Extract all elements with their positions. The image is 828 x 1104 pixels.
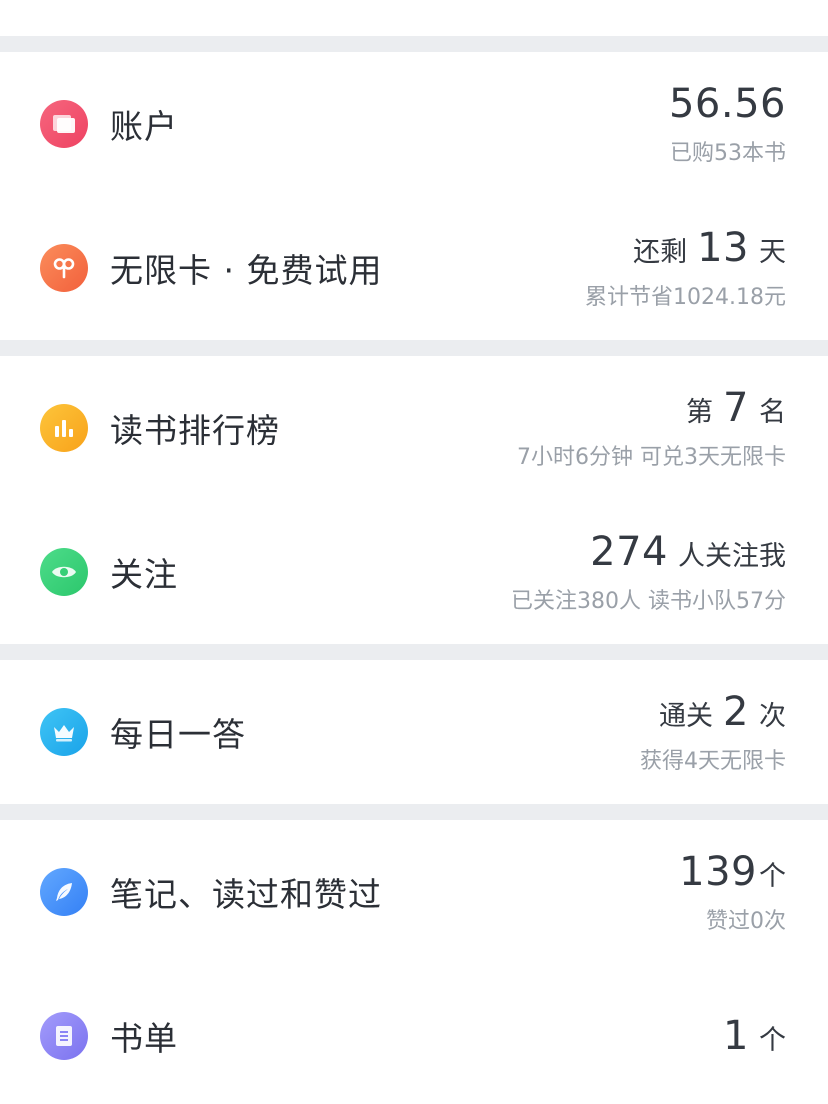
section-divider bbox=[0, 36, 828, 52]
list-document-icon bbox=[40, 1012, 88, 1060]
notes-info: 139 个 赞过0次 bbox=[679, 849, 786, 935]
daily-clear-count: 2 bbox=[723, 689, 749, 735]
unlimited-saved: 累计节省1024.18元 bbox=[585, 285, 786, 310]
unlimited-suffix: 天 bbox=[759, 237, 786, 268]
notes-suffix: 个 bbox=[759, 861, 786, 892]
account-label: 账户 bbox=[110, 107, 178, 146]
eye-icon bbox=[40, 548, 88, 596]
booklist-label: 书单 bbox=[110, 1019, 178, 1058]
daily-reward: 获得4天无限卡 bbox=[640, 749, 786, 774]
notes-row[interactable]: 笔记、读过和赞过 139 个 赞过0次 bbox=[0, 820, 828, 964]
section-divider bbox=[0, 804, 828, 820]
infinity-card-icon bbox=[40, 244, 88, 292]
booklist-info: 1 个 bbox=[723, 1013, 786, 1059]
unlimited-prefix: 还剩 bbox=[633, 237, 688, 268]
ranking-suffix: 名 bbox=[759, 397, 786, 428]
section-daily: 每日一答 通关 2 次 获得4天无限卡 bbox=[0, 660, 828, 804]
unlimited-card-row[interactable]: 无限卡 · 免费试用 还剩 13 天 累计节省1024.18元 bbox=[0, 196, 828, 340]
section-notes: 笔记、读过和赞过 139 个 赞过0次 书单 1 个 bbox=[0, 820, 828, 1104]
notes-label: 笔记、读过和赞过 bbox=[110, 875, 382, 914]
ranking-position: 7 bbox=[723, 385, 749, 431]
unlimited-card-info: 还剩 13 天 累计节省1024.18元 bbox=[585, 225, 786, 311]
bar-chart-icon bbox=[40, 404, 88, 452]
unlimited-days: 13 bbox=[697, 225, 749, 271]
booklist-count: 1 bbox=[723, 1013, 749, 1059]
ranking-prefix: 第 bbox=[686, 397, 714, 428]
unlimited-card-label: 无限卡 · 免费试用 bbox=[110, 251, 383, 290]
daily-quiz-row[interactable]: 每日一答 通关 2 次 获得4天无限卡 bbox=[0, 660, 828, 804]
ranking-reading-time: 7小时6分钟 可兑3天无限卡 bbox=[517, 445, 786, 470]
account-purchased: 已购53本书 bbox=[670, 141, 786, 166]
account-row[interactable]: 账户 56.56 已购53本书 bbox=[0, 52, 828, 196]
follow-info: 274 人关注我 已关注380人 读书小队57分 bbox=[511, 529, 786, 615]
follow-row[interactable]: 关注 274 人关注我 已关注380人 读书小队57分 bbox=[0, 500, 828, 644]
following-stats: 已关注380人 读书小队57分 bbox=[511, 589, 786, 614]
section-account: 账户 56.56 已购53本书 无限卡 · 免费试用 还剩 13 天 累计节省1… bbox=[0, 52, 828, 340]
section-social: 读书排行榜 第 7 名 7小时6分钟 可兑3天无限卡 关注 274 人关注我 已… bbox=[0, 356, 828, 644]
section-divider bbox=[0, 340, 828, 356]
likes-count: 赞过0次 bbox=[706, 909, 786, 934]
daily-suffix: 次 bbox=[759, 701, 786, 732]
daily-quiz-info: 通关 2 次 获得4天无限卡 bbox=[640, 689, 786, 775]
booklist-suffix: 个 bbox=[759, 1025, 786, 1056]
ranking-label: 读书排行榜 bbox=[110, 411, 280, 450]
feather-icon bbox=[40, 868, 88, 916]
ranking-row[interactable]: 读书排行榜 第 7 名 7小时6分钟 可兑3天无限卡 bbox=[0, 356, 828, 500]
section-divider bbox=[0, 644, 828, 660]
daily-prefix: 通关 bbox=[659, 701, 714, 732]
follower-count: 274 bbox=[590, 529, 668, 575]
crown-icon bbox=[40, 708, 88, 756]
follow-label: 关注 bbox=[110, 555, 178, 594]
ranking-info: 第 7 名 7小时6分钟 可兑3天无限卡 bbox=[517, 385, 786, 471]
top-area bbox=[0, 0, 828, 36]
wallet-icon bbox=[40, 100, 88, 148]
follower-suffix: 人关注我 bbox=[678, 541, 786, 572]
daily-quiz-label: 每日一答 bbox=[110, 715, 246, 754]
booklist-row[interactable]: 书单 1 个 bbox=[0, 964, 828, 1104]
account-balance: 56.56 bbox=[668, 81, 786, 127]
notes-count: 139 bbox=[679, 849, 757, 895]
account-info: 56.56 已购53本书 bbox=[669, 81, 786, 167]
